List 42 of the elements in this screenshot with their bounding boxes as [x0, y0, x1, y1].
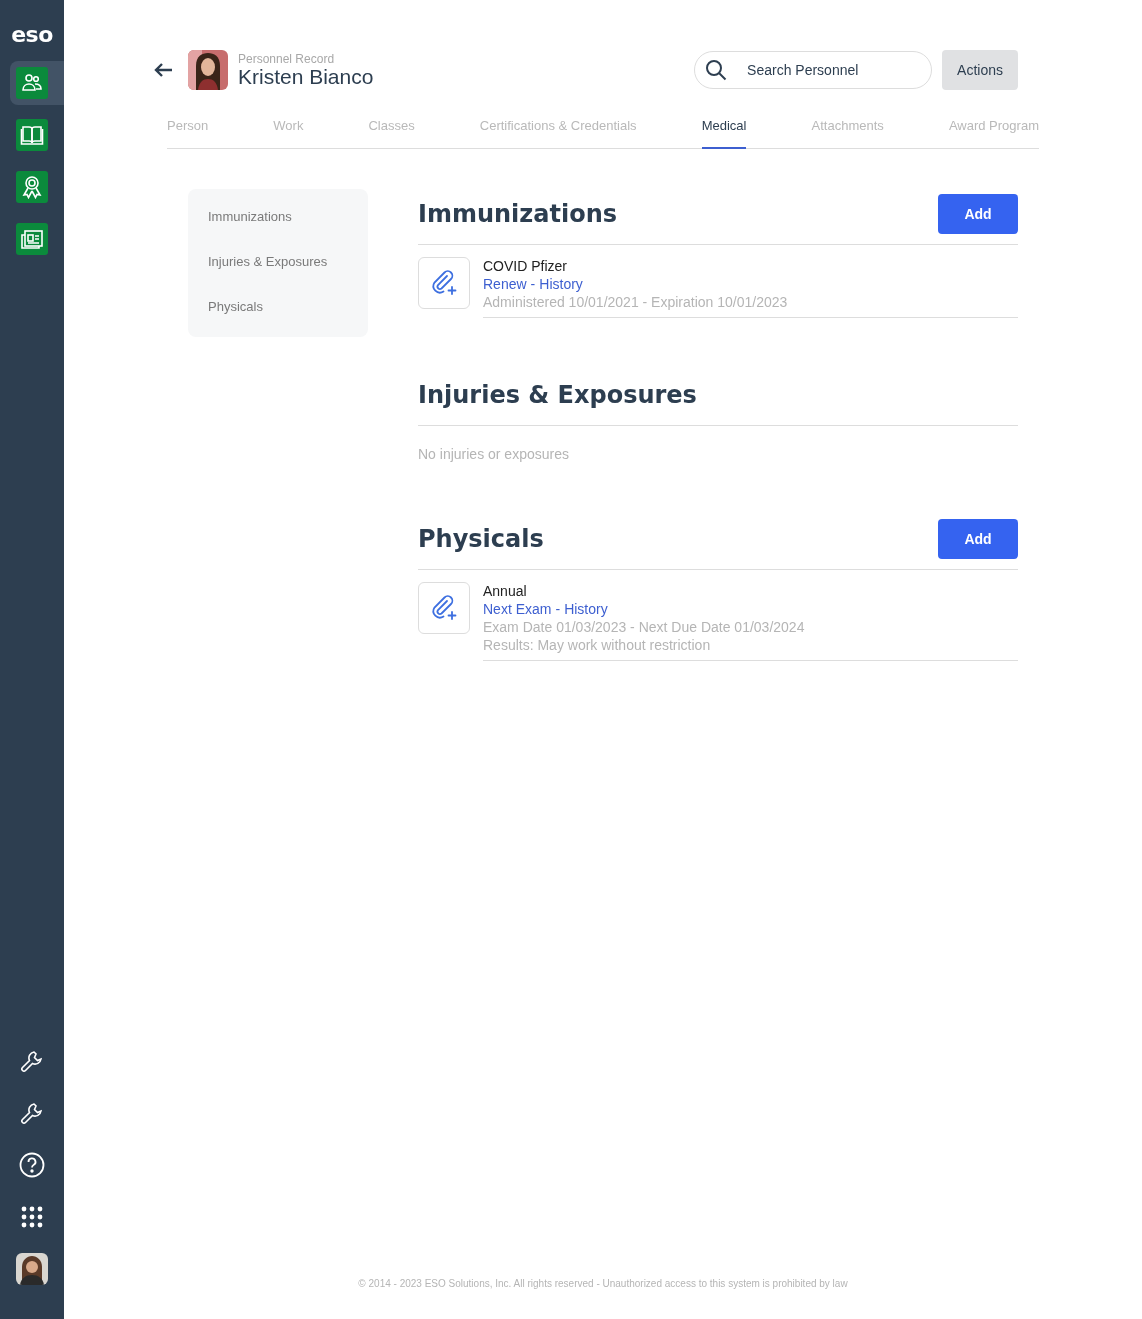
actions-button[interactable]: Actions	[942, 50, 1018, 90]
search-icon	[705, 59, 728, 81]
record-name: Annual	[483, 582, 528, 600]
tab[interactable]: Medical	[701, 108, 747, 149]
add-button[interactable]: Add	[938, 519, 1018, 559]
wrench-icon[interactable]	[20, 1101, 44, 1125]
link-separator: -	[530, 275, 536, 293]
award-ribbon-icon	[21, 175, 43, 199]
back-arrow-icon[interactable]	[153, 62, 173, 78]
user-avatar-icon[interactable]	[16, 1253, 48, 1285]
person-name: Kristen Bianco	[238, 64, 374, 89]
nav-item[interactable]	[10, 61, 64, 105]
section-title: Injuries & Exposures	[418, 381, 697, 409]
add-button[interactable]: Add	[938, 194, 1018, 234]
people-icon	[21, 72, 43, 94]
wrench-icon[interactable]	[20, 1049, 44, 1073]
empty-message: No injuries or exposures	[418, 446, 570, 462]
section-title: Physicals	[418, 525, 544, 553]
newspaper-icon	[21, 229, 43, 249]
record-name: COVID Pfizer	[483, 257, 568, 275]
record-link[interactable]: Renew	[483, 275, 527, 293]
link-separator: -	[555, 600, 561, 618]
paperclip-plus-icon	[430, 595, 458, 621]
section-link[interactable]: Immunizations	[208, 209, 348, 224]
record-detail: Administered 10/01/2021 - Expiration 10/01/2023	[483, 293, 789, 311]
apps-grid-icon[interactable]	[21, 1206, 43, 1228]
attach-button[interactable]	[418, 582, 470, 634]
section-title: Immunizations	[418, 200, 618, 228]
record-link[interactable]: History	[564, 600, 608, 618]
attach-button[interactable]	[418, 257, 470, 309]
record-link[interactable]: History	[539, 275, 583, 293]
record-detail: Results: May work without restriction	[483, 636, 712, 654]
paperclip-plus-icon	[430, 270, 458, 296]
record-detail: Exam Date 01/03/2023 - Next Due Date 01/03/2024	[483, 618, 806, 636]
book-icon	[20, 123, 44, 147]
copyright-footer: © 2014 - 2023 ESO Solutions, Inc. All rights reserved - Unauthorized access to this system is prohibited by law	[64, 1278, 1142, 1319]
record-link[interactable]: Next Exam	[483, 600, 552, 618]
record-label: Personnel Record	[238, 51, 336, 66]
section-link[interactable]: Physicals	[208, 299, 348, 314]
help-icon[interactable]	[19, 1152, 45, 1178]
logo: eso	[11, 22, 53, 47]
section-link[interactable]: Injuries & Exposures	[208, 254, 348, 269]
